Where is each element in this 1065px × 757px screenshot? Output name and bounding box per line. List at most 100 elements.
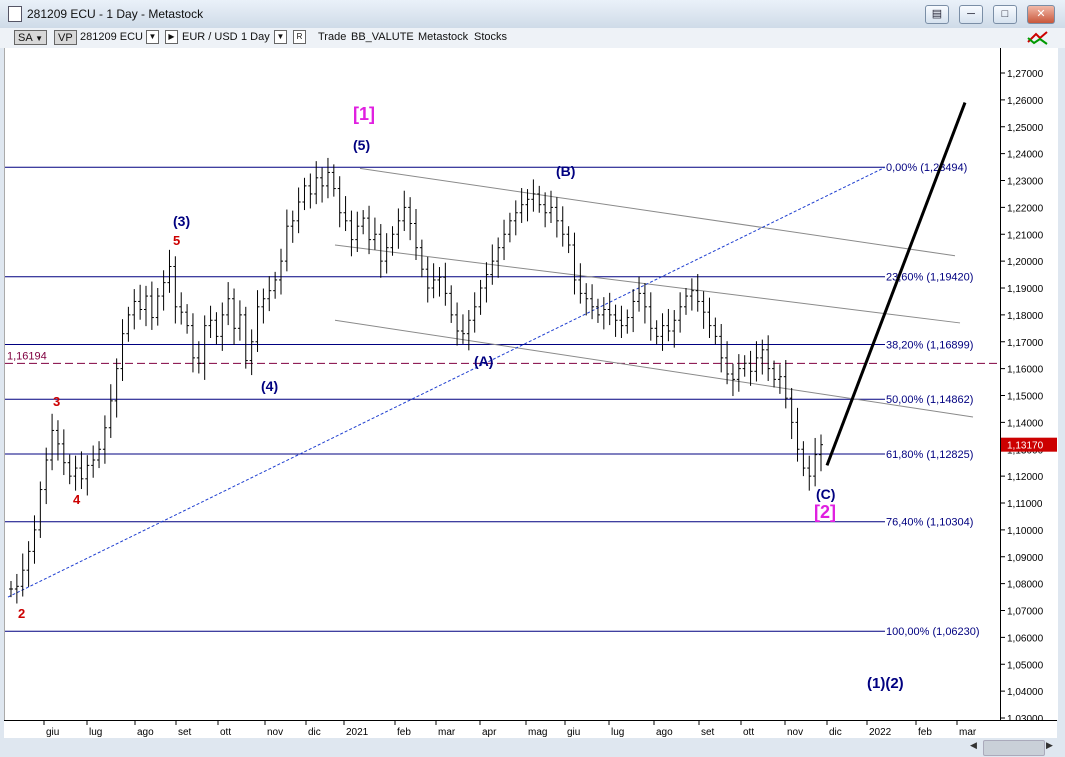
price-bar xyxy=(196,341,201,374)
price-bar xyxy=(32,515,37,564)
price-bar xyxy=(61,429,66,476)
price-bar xyxy=(85,455,90,496)
price-tick-label: 1,24000 xyxy=(1007,150,1044,161)
price-bar xyxy=(91,445,96,478)
chart-canvas[interactable]: 0,00% (1,23494)23,60% (1,19420)38,20% (1… xyxy=(5,48,1001,720)
date-tick-label: ago xyxy=(656,727,673,738)
scroll-right-icon[interactable]: ▶ xyxy=(1046,740,1053,751)
price-tick-label: 1,22000 xyxy=(1007,203,1044,214)
price-bar xyxy=(642,283,647,324)
price-tick-label: 1,11000 xyxy=(1007,499,1043,510)
price-bar xyxy=(343,196,348,232)
price-bar xyxy=(284,209,289,272)
price-bar xyxy=(607,292,612,326)
r-button[interactable]: R xyxy=(293,30,306,44)
document-icon xyxy=(8,6,22,22)
date-axis-canvas: giu lug ago set ott nov dic 2021 feb mar apr mag giu… xyxy=(43,721,977,738)
price-bar xyxy=(502,219,507,261)
price-bar xyxy=(138,284,143,320)
price-bar xyxy=(678,292,683,333)
price-bar xyxy=(725,341,730,385)
price-bar xyxy=(308,173,313,209)
price-axis[interactable]: 1,27000 1,26000 1,25000 1,24000 1,23000 1,220… xyxy=(1000,48,1058,725)
price-tick-label: 1,26000 xyxy=(1007,96,1044,107)
date-tick-label: ott xyxy=(743,727,754,738)
status-bar xyxy=(0,738,1065,757)
trade-arrows-icon[interactable] xyxy=(1025,29,1051,47)
price-chart[interactable]: 0,00% (1,23494) 23,60% (1,19420) 38,20% (1… xyxy=(4,48,1001,720)
date-tick-label: dic xyxy=(829,727,842,738)
period-dropdown[interactable]: ▼ xyxy=(274,30,287,44)
date-tick-label: nov xyxy=(787,727,803,738)
projection-line xyxy=(825,102,967,466)
price-bar xyxy=(772,360,777,388)
price-bar xyxy=(701,291,706,329)
symbol-dropdown[interactable]: ▼ xyxy=(146,30,159,44)
symbol-menu-icon[interactable]: ▶ xyxy=(165,30,178,44)
price-bar xyxy=(167,249,172,293)
price-bar xyxy=(226,282,231,326)
price-bar xyxy=(173,256,178,324)
price-tick-label: 1,04000 xyxy=(1007,687,1044,698)
price-bar xyxy=(666,308,671,342)
date-tick-label: apr xyxy=(482,727,497,738)
date-tick-label: giu xyxy=(567,727,580,738)
price-bar xyxy=(672,310,677,348)
price-bar xyxy=(102,415,107,464)
price-bar xyxy=(179,292,184,325)
price-bar xyxy=(55,420,60,461)
price-bar xyxy=(513,200,518,236)
price-bar xyxy=(660,313,665,351)
date-tick-label: feb xyxy=(918,727,932,738)
wave-label-1-2: (1)(2) xyxy=(867,675,904,692)
price-bar xyxy=(766,335,771,381)
minimize-button[interactable]: ─ xyxy=(959,5,983,24)
maximize-button[interactable]: □ xyxy=(993,5,1017,24)
date-axis[interactable]: giu lug ago set ott nov dic 2021 feb mar apr mag giu… xyxy=(4,720,1057,739)
price-bar xyxy=(631,289,636,333)
price-bar xyxy=(185,304,190,334)
layout-label: BB_VALUTE xyxy=(351,31,414,43)
vp-button[interactable]: VP xyxy=(54,30,77,45)
fib-level-label: 76,40% (1,10304) xyxy=(886,517,973,529)
date-tick-label: set xyxy=(701,727,715,738)
price-bar xyxy=(543,192,548,228)
channel-line xyxy=(359,167,956,257)
price-bar xyxy=(748,350,753,386)
price-bar xyxy=(695,274,700,312)
wave-label-red-5: 5 xyxy=(173,233,180,248)
fib-level-label: 0,00% (1,23494) xyxy=(886,162,967,174)
scroll-left-icon[interactable]: ◀ xyxy=(970,740,977,751)
trade-label[interactable]: Trade xyxy=(318,30,346,44)
sa-button[interactable]: SA ▼ xyxy=(14,30,48,45)
restore-chart-button[interactable]: ▤ xyxy=(925,5,949,24)
price-bar xyxy=(566,226,571,254)
horizontal-scrollbar[interactable] xyxy=(983,740,1045,756)
price-bar xyxy=(396,208,401,249)
price-bar xyxy=(97,441,102,469)
price-bar xyxy=(155,288,160,326)
chart-toolbar: SA ▼ VP 281209 ECU ▼ ▶ EUR / USD 1 Day ▼… xyxy=(0,28,1065,48)
price-bar xyxy=(813,437,818,487)
price-bar xyxy=(408,197,413,241)
price-bar xyxy=(625,309,630,334)
price-bar xyxy=(654,320,659,345)
close-button[interactable]: ✕ xyxy=(1027,5,1055,24)
price-bar xyxy=(132,289,137,330)
price-bar xyxy=(601,297,606,330)
date-tick-label: ago xyxy=(137,727,154,738)
date-tick-label: 2021 xyxy=(346,727,369,738)
price-bar xyxy=(337,176,342,228)
price-tick-label: 1,15000 xyxy=(1007,392,1044,403)
fib-level-label: 61,80% (1,12825) xyxy=(886,449,973,461)
last-price-label: 1,13170 xyxy=(1007,441,1044,452)
date-tick-label: nov xyxy=(267,727,283,738)
window-titlebar: 281209 ECU - 1 Day - Metastock ▤ ─ □ ✕ xyxy=(0,0,1065,29)
wave-label-red-2: 2 xyxy=(18,606,25,621)
price-bar xyxy=(719,324,724,373)
wave-label-b: (B) xyxy=(556,163,575,179)
price-bar xyxy=(255,290,260,352)
price-tick-label: 1,08000 xyxy=(1007,580,1044,591)
price-bar xyxy=(202,315,207,380)
dotted-trendline xyxy=(7,166,886,598)
